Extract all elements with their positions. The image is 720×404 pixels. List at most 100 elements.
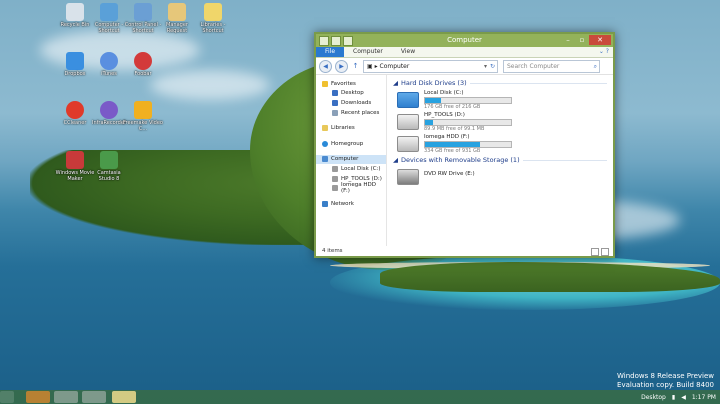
- drive-free-space: 334 GB free of 931 GB: [424, 148, 481, 154]
- taskbar-firefox-icon[interactable]: [26, 391, 50, 403]
- drive-icon: [397, 136, 419, 152]
- group-label: Devices with Removable Storage (1): [401, 156, 520, 164]
- group-hard-disk-drives[interactable]: ◢ Hard Disk Drives (3): [393, 79, 613, 87]
- details-view-icon[interactable]: [591, 248, 599, 256]
- drive-dvd-rw-e[interactable]: DVD RW Drive (E:): [397, 167, 613, 189]
- chevron-down-icon: ◢: [393, 156, 398, 164]
- nav-homegroup[interactable]: Homegroup: [316, 139, 386, 149]
- desktop-icon-label: Camtasia Studio 8: [97, 170, 121, 182]
- address-text: Computer: [379, 62, 410, 70]
- desktop-icon-label: Foobar: [134, 71, 152, 77]
- drive-icon: [332, 185, 338, 192]
- taskbar: Desktop ▮ ◀ 1:17 PM: [0, 390, 720, 404]
- tray-volume-icon[interactable]: ◀: [681, 394, 686, 401]
- recent-places-icon: [332, 109, 338, 116]
- libraries-icon: [322, 125, 328, 132]
- drive-name: DVD RW Drive (E:): [424, 171, 475, 177]
- chevron-down-icon[interactable]: ▾: [484, 61, 487, 72]
- nav-network[interactable]: Network: [316, 199, 386, 209]
- nav-favorites[interactable]: Favorites: [316, 79, 386, 89]
- nav-label: Computer: [331, 156, 359, 163]
- desktop-icon-label: Freemake Video C...: [123, 120, 163, 132]
- desktop-icon-manager[interactable]: Manager Request: [157, 3, 197, 34]
- back-button[interactable]: ◀: [319, 59, 332, 73]
- help-icon[interactable]: ⌄ ?: [599, 48, 609, 55]
- view-switcher: [591, 248, 609, 256]
- drive-name: Iomega HDD (F:): [424, 134, 470, 140]
- drive-local-disk-c[interactable]: Local Disk (C:) 176 GB free of 216 GB: [397, 90, 613, 112]
- nav-libraries[interactable]: Libraries: [316, 123, 386, 133]
- nav-computer[interactable]: Computer: [316, 154, 386, 165]
- up-button[interactable]: ↑: [351, 61, 360, 72]
- dvd-drive-icon: [397, 169, 419, 185]
- group-divider: [469, 82, 607, 84]
- clock[interactable]: 1:17 PM: [692, 394, 716, 401]
- minimize-button[interactable]: –: [561, 35, 575, 45]
- desktop-icon-libraries[interactable]: Libraries - Shortcut: [193, 3, 233, 34]
- drive-icon: [332, 165, 338, 172]
- search-icon: ⌕: [593, 62, 597, 70]
- address-bar[interactable]: ▣ ▸ Computer ▾ ↻: [363, 59, 498, 73]
- refresh-icon[interactable]: ↻: [490, 61, 495, 72]
- drive-name: Local Disk (C:): [424, 90, 464, 96]
- nav-desktop[interactable]: Desktop: [316, 89, 386, 99]
- drive-usage-fill: [425, 142, 481, 147]
- maximize-button[interactable]: ▫: [575, 35, 589, 45]
- drive-usage-bar: [424, 141, 512, 148]
- drive-icon: [332, 175, 338, 182]
- computer-small-icon: ▣ ▸: [367, 62, 380, 70]
- desktop-icon: [332, 90, 338, 97]
- windows-drive-icon: [397, 92, 419, 108]
- desktop-icon-camtasia[interactable]: Camtasia Studio 8: [89, 151, 129, 182]
- close-button[interactable]: ✕: [589, 35, 611, 45]
- cloud: [150, 70, 270, 100]
- drive-usage-fill: [425, 98, 442, 103]
- nav-recent-places[interactable]: Recent places: [316, 108, 386, 118]
- nav-downloads[interactable]: Downloads: [316, 98, 386, 108]
- desktop-icon-label: Manager Request: [166, 22, 188, 34]
- drive-hp-tools-d[interactable]: HP_TOOLS (D:) 89.9 MB free of 99.1 MB: [397, 112, 613, 134]
- drive-usage-bar: [424, 119, 512, 126]
- drive-info: Local Disk (C:) 176 GB free of 216 GB: [424, 90, 512, 112]
- drive-usage-fill: [425, 120, 433, 125]
- group-removable-storage[interactable]: ◢ Devices with Removable Storage (1): [393, 156, 613, 164]
- taskbar-app-icon[interactable]: [82, 391, 106, 403]
- nav-iomega[interactable]: Iomega HDD (F:): [316, 182, 386, 194]
- desktop-icon-freemake[interactable]: Freemake Video C...: [123, 101, 163, 132]
- title-bar[interactable]: Computer – ▫ ✕: [316, 34, 613, 47]
- search-input[interactable]: Search Computer ⌕: [503, 59, 600, 73]
- computer-icon: [322, 156, 328, 163]
- start-button[interactable]: [0, 391, 14, 403]
- tab-computer[interactable]: Computer: [344, 47, 392, 57]
- watermark-line2: Evaluation copy. Build 8400: [617, 381, 714, 389]
- foobar-icon: [134, 52, 152, 70]
- drive-free-space: 176 GB free of 216 GB: [424, 104, 481, 110]
- drive-usage-bar: [424, 97, 512, 104]
- forward-button[interactable]: ▶: [335, 59, 348, 73]
- libraries-icon: [204, 3, 222, 21]
- chevron-down-icon: ◢: [393, 79, 398, 87]
- status-bar: 4 items: [316, 246, 613, 256]
- infrarecorder-icon: [100, 101, 118, 119]
- drive-info: HP_TOOLS (D:) 89.9 MB free of 99.1 MB: [424, 112, 512, 134]
- drive-info: Iomega HDD (F:) 334 GB free of 931 GB: [424, 134, 512, 156]
- drive-iomega-hdd-f[interactable]: Iomega HDD (F:) 334 GB free of 931 GB: [397, 134, 613, 156]
- tab-file[interactable]: File: [316, 47, 345, 57]
- taskbar-app-icon[interactable]: [54, 391, 78, 403]
- recycle-bin-icon: [66, 3, 84, 21]
- drive-icon: [397, 114, 419, 130]
- desktop-icon-foobar[interactable]: Foobar: [123, 52, 163, 77]
- ribbon-tabs: File Computer View ⌄ ?: [316, 47, 613, 58]
- tray-network-icon[interactable]: ▮: [672, 394, 675, 401]
- explorer-window[interactable]: Computer – ▫ ✕ File Computer View ⌄ ? ◀ …: [314, 32, 615, 258]
- taskbar-explorer-icon[interactable]: [112, 391, 136, 403]
- evaluation-watermark: Windows 8 Release Preview Evaluation cop…: [617, 372, 714, 390]
- tab-view[interactable]: View: [392, 47, 424, 57]
- nav-local-disk[interactable]: Local Disk (C:): [316, 164, 386, 174]
- computer-icon: [100, 3, 118, 21]
- homegroup-icon: [322, 140, 328, 147]
- desktop-toolbar-label[interactable]: Desktop: [641, 394, 666, 401]
- large-icons-view-icon[interactable]: [601, 248, 609, 256]
- window-body: Favorites Desktop Downloads Recent place…: [316, 75, 613, 246]
- desktop-icon-label: Libraries - Shortcut: [200, 22, 226, 34]
